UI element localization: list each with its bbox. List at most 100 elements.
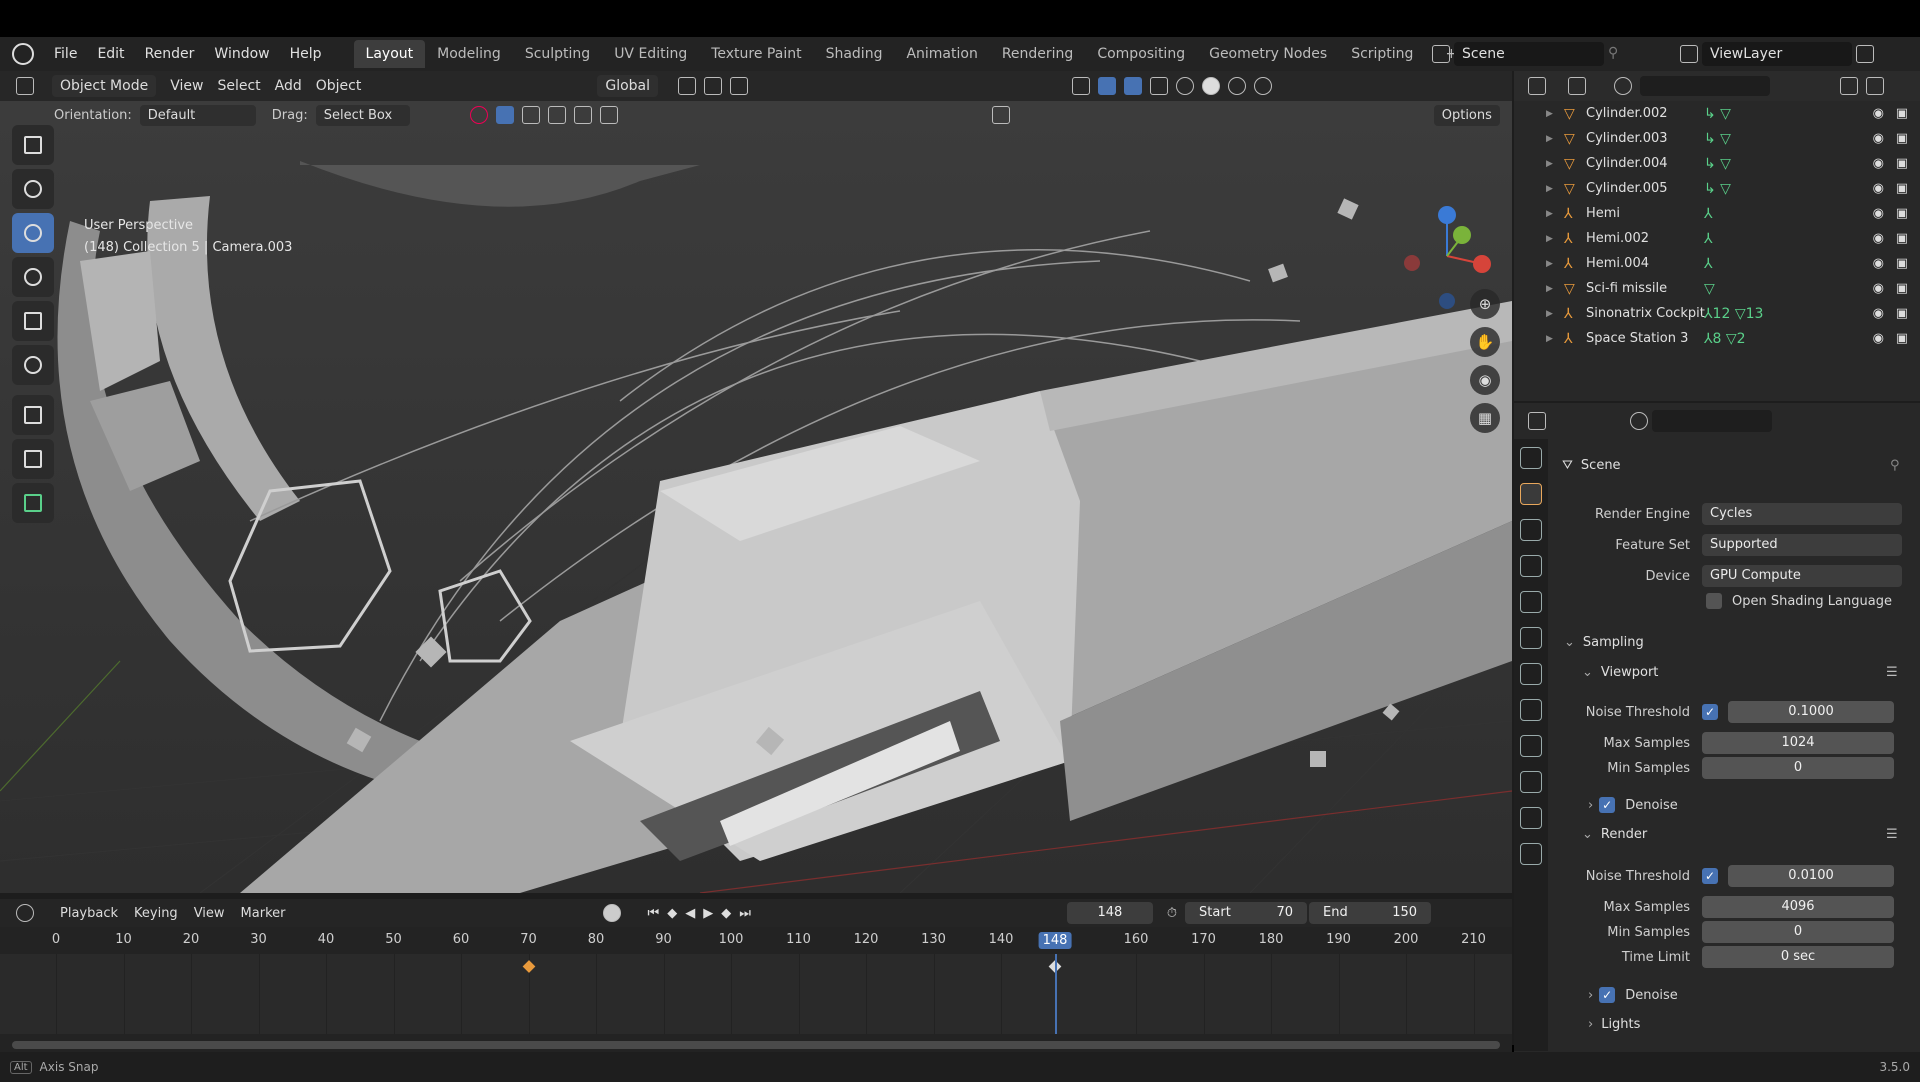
sampling-section-header[interactable]: ⌄ Sampling bbox=[1564, 635, 1644, 650]
properties-search-input[interactable] bbox=[1652, 410, 1772, 432]
measure-tool-button[interactable] bbox=[12, 439, 54, 479]
r-max-field[interactable]: 4096 bbox=[1702, 896, 1894, 918]
keying-menu[interactable]: Keying bbox=[126, 903, 186, 924]
lights-section-header[interactable]: › Lights bbox=[1588, 1017, 1640, 1032]
eye-icon[interactable]: ◉ bbox=[1873, 256, 1884, 271]
filter-icon[interactable] bbox=[991, 106, 1010, 124]
frame-ruler[interactable]: 0 10 20 30 40 50 60 70 80 90 100 110 120 130 140 148 160… bbox=[0, 929, 1512, 953]
object-tab-icon[interactable] bbox=[1520, 699, 1542, 721]
timeline-editor-icon[interactable] bbox=[16, 904, 34, 922]
object-name[interactable]: Cylinder.003 bbox=[1586, 131, 1668, 146]
object-name[interactable]: Sinonatrix Cockpit bbox=[1586, 306, 1705, 321]
eye-icon[interactable]: ◉ bbox=[1873, 156, 1884, 171]
expand-arrow-icon[interactable]: ▶ bbox=[1546, 159, 1560, 169]
filter-icon[interactable] bbox=[1840, 77, 1858, 95]
search-icon[interactable] bbox=[1630, 412, 1648, 430]
zoom-icon[interactable]: ⊕ bbox=[1470, 289, 1500, 319]
z-axis-handle[interactable] bbox=[1438, 206, 1456, 224]
current-frame-field[interactable]: 148 bbox=[1066, 902, 1153, 924]
object-data-icons[interactable]: ↳ ▽ bbox=[1704, 106, 1731, 122]
object-name[interactable]: Hemi.002 bbox=[1586, 231, 1649, 246]
select-mode-extend-icon[interactable] bbox=[521, 106, 540, 124]
outliner-editor-icon[interactable] bbox=[1528, 77, 1546, 95]
marker-menu[interactable]: Marker bbox=[233, 903, 294, 924]
next-keyframe-icon[interactable]: ◆ bbox=[721, 906, 731, 921]
object-name[interactable]: Cylinder.004 bbox=[1586, 156, 1668, 171]
neg-z-axis-handle[interactable] bbox=[1439, 293, 1455, 309]
object-data-icons[interactable]: ▽ bbox=[1704, 281, 1715, 297]
rendered-shading-icon[interactable] bbox=[1254, 77, 1273, 95]
end-frame-field[interactable]: End 150 bbox=[1309, 902, 1432, 924]
object-name[interactable]: Cylinder.002 bbox=[1586, 106, 1668, 121]
eye-icon[interactable]: ◉ bbox=[1873, 181, 1884, 196]
vp-noise-checkbox[interactable]: ✓ bbox=[1702, 704, 1718, 720]
tab-layout[interactable]: Layout bbox=[353, 40, 426, 68]
view-menu[interactable]: View bbox=[186, 903, 233, 924]
snap-icon[interactable] bbox=[704, 77, 723, 95]
tab-rendering[interactable]: Rendering bbox=[990, 40, 1086, 68]
select-mode-invert-icon[interactable] bbox=[573, 106, 592, 124]
outliner-row[interactable]: ▶ ⅄ Hemi.002 ⅄ ◉ ▣ bbox=[1514, 226, 1920, 251]
menu-file[interactable]: File bbox=[44, 46, 87, 62]
camera-view-icon[interactable]: ◉ bbox=[1470, 365, 1500, 395]
tab-texture-paint[interactable]: Texture Paint bbox=[699, 40, 813, 68]
mode-dropdown[interactable]: Object Mode bbox=[52, 75, 157, 97]
render-camera-icon[interactable]: ▣ bbox=[1896, 156, 1908, 171]
tool-tab-icon[interactable] bbox=[1520, 447, 1542, 469]
vp-denoise-row[interactable]: › ✓ Denoise bbox=[1588, 797, 1678, 813]
record-icon[interactable] bbox=[603, 904, 622, 922]
render-camera-icon[interactable]: ▣ bbox=[1896, 231, 1908, 246]
constraints-tab-icon[interactable] bbox=[1520, 771, 1542, 793]
vp-denoise-checkbox[interactable]: ✓ bbox=[1599, 797, 1616, 813]
wireframe-shading-icon[interactable] bbox=[1176, 77, 1195, 95]
expand-arrow-icon[interactable]: ▶ bbox=[1546, 309, 1560, 319]
cursor-tool-button[interactable] bbox=[12, 169, 54, 209]
pin-icon[interactable]: ⚲ bbox=[1890, 458, 1900, 473]
view-layer-name[interactable]: ViewLayer bbox=[1702, 42, 1852, 66]
playhead-line[interactable] bbox=[1055, 954, 1057, 1034]
menu-render[interactable]: Render bbox=[135, 46, 205, 62]
list-icon[interactable]: ☰ bbox=[1886, 827, 1898, 842]
view-layer-tab-icon[interactable] bbox=[1520, 555, 1542, 577]
eye-icon[interactable]: ◉ bbox=[1873, 106, 1884, 121]
menu-select[interactable]: Select bbox=[217, 78, 260, 94]
expand-arrow-icon[interactable]: ▶ bbox=[1546, 109, 1560, 119]
properties-editor-icon[interactable] bbox=[1528, 412, 1546, 430]
tab-uv-editing[interactable]: UV Editing bbox=[602, 40, 699, 68]
tab-geometry-nodes[interactable]: Geometry Nodes bbox=[1197, 40, 1339, 68]
expand-arrow-icon[interactable]: ▶ bbox=[1546, 134, 1560, 144]
world-tab-icon[interactable] bbox=[1520, 627, 1542, 649]
outliner-row[interactable]: ▶ ⅄ Space Station 3 ⅄8 ▽2 ◉ ▣ bbox=[1514, 326, 1920, 351]
visibility-icon[interactable] bbox=[1072, 77, 1091, 95]
drag-dropdown[interactable]: Select Box bbox=[315, 104, 410, 126]
neg-x-axis-handle[interactable] bbox=[1404, 255, 1420, 271]
options-dropdown[interactable]: Options bbox=[1433, 104, 1500, 126]
scale-tool-button[interactable] bbox=[12, 301, 54, 341]
r-denoise-checkbox[interactable]: ✓ bbox=[1599, 987, 1616, 1003]
keyframe-diamond[interactable] bbox=[522, 960, 535, 973]
render-camera-icon[interactable]: ▣ bbox=[1896, 281, 1908, 296]
play-icon[interactable]: ▶ bbox=[703, 906, 713, 921]
expand-arrow-icon[interactable]: ▶ bbox=[1546, 234, 1560, 244]
x-axis-handle[interactable] bbox=[1473, 255, 1491, 273]
eye-icon[interactable]: ◉ bbox=[1873, 306, 1884, 321]
tab-modeling[interactable]: Modeling bbox=[425, 40, 513, 68]
r-denoise-row[interactable]: › ✓ Denoise bbox=[1588, 987, 1678, 1003]
object-data-icons[interactable]: ⅄ bbox=[1704, 206, 1713, 222]
render-camera-icon[interactable]: ▣ bbox=[1896, 181, 1908, 196]
playback-menu[interactable]: Playback bbox=[52, 903, 126, 924]
object-data-icons[interactable]: ⅄8 ▽2 bbox=[1704, 331, 1746, 347]
expand-arrow-icon[interactable]: ▶ bbox=[1546, 284, 1560, 294]
pan-hand-icon[interactable]: ✋ bbox=[1470, 327, 1500, 357]
jump-end-icon[interactable]: ⏭ bbox=[739, 906, 751, 921]
rotate-tool-button[interactable] bbox=[12, 257, 54, 297]
render-camera-icon[interactable]: ▣ bbox=[1896, 106, 1908, 121]
add-cube-tool-button[interactable] bbox=[12, 483, 54, 523]
outliner-row[interactable]: ▶ ▽ Cylinder.002 ↳ ▽ ◉ ▣ bbox=[1514, 101, 1920, 126]
collection-tab-icon[interactable] bbox=[1520, 663, 1542, 685]
orientation-dropdown[interactable]: Default bbox=[139, 104, 256, 126]
eye-icon[interactable]: ◉ bbox=[1873, 331, 1884, 346]
select-mode-subtract-icon[interactable] bbox=[547, 106, 566, 124]
scene-tab-icon[interactable] bbox=[1520, 591, 1542, 613]
physics-tab-icon[interactable] bbox=[1520, 735, 1542, 757]
